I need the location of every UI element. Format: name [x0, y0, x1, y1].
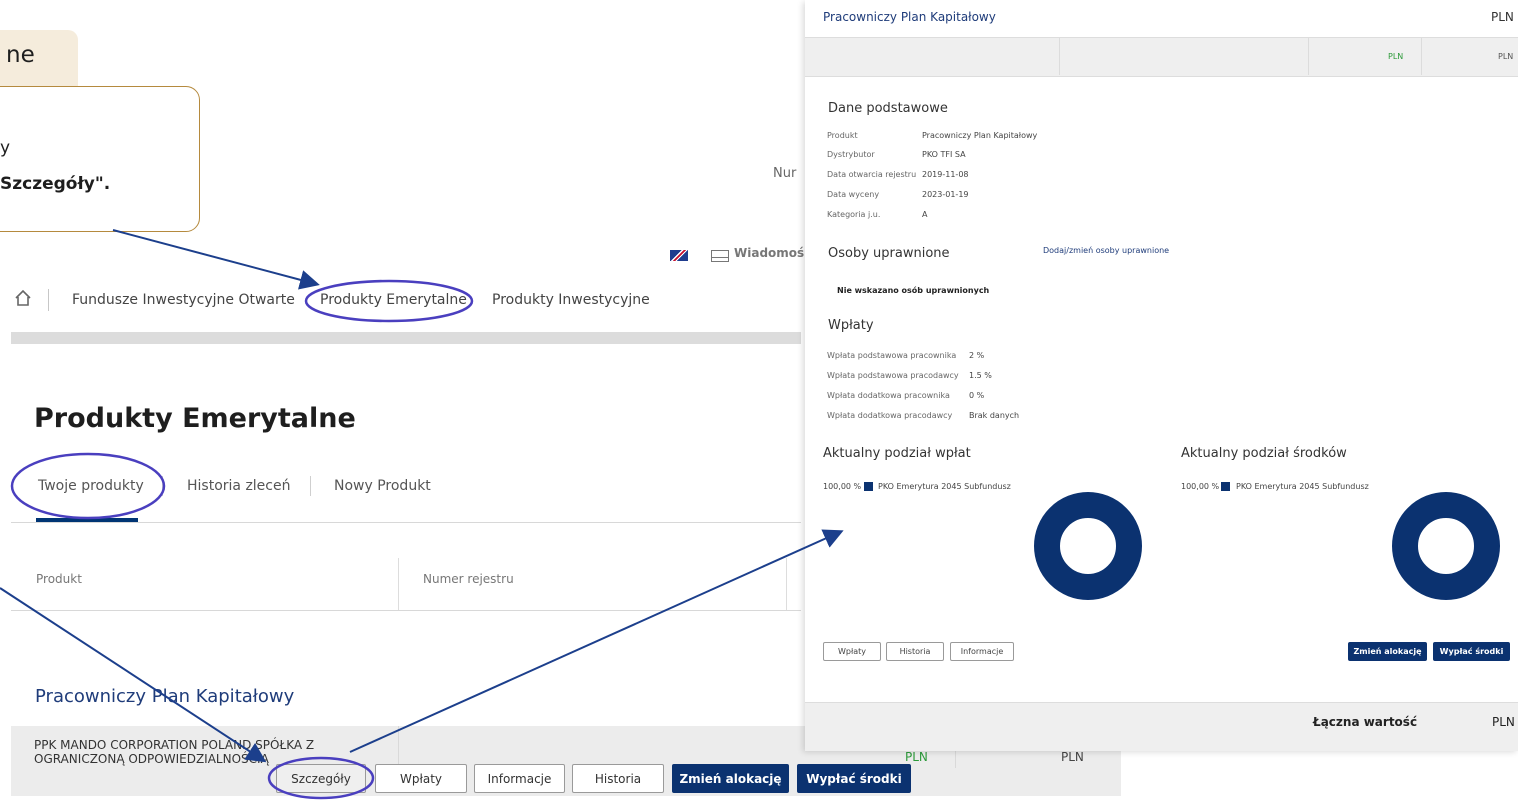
payment-value: 2 %: [969, 351, 985, 360]
donut-ring: [1392, 492, 1500, 600]
allocation-payments-fund: PKO Emerytura 2045 Subfundusz: [878, 482, 1011, 491]
product-section-title: Pracowniczy Plan Kapitałowy: [35, 686, 295, 707]
donut-ring: [1034, 492, 1142, 600]
arrow-details-to-panel: [349, 529, 844, 753]
column-separator: [398, 558, 399, 610]
uk-flag-icon[interactable]: [670, 250, 688, 261]
tab-separator: [310, 476, 311, 496]
allocation-payments-title: Aktualny podział wpłat: [823, 446, 971, 461]
change-allocation-button[interactable]: Zmień alokację: [672, 764, 789, 793]
nav-item-investment[interactable]: Produkty Inwestycyjne: [492, 292, 650, 308]
payment-value: Brak danych: [969, 411, 1020, 420]
basic-value: 2019-11-08: [922, 170, 969, 179]
summary-separator: [1421, 38, 1422, 75]
panel-currency: PLN: [1491, 10, 1514, 24]
callout-tab-text: ne: [6, 42, 35, 68]
tab-new-product[interactable]: Nowy Produkt: [334, 478, 431, 494]
no-beneficiaries-text: Nie wskazano osób uprawnionych: [837, 286, 990, 295]
nav-item-fio[interactable]: Fundusze Inwestycyjne Otwarte: [72, 292, 295, 308]
withdraw-button[interactable]: Wypłać środki: [797, 764, 911, 793]
allocation-funds-donut: [1392, 492, 1500, 600]
allocation-funds-percent: 100,00 %: [1181, 482, 1220, 491]
row-product-name: PPK MANDO CORPORATION POLAND SPÓŁKA Z OG…: [34, 738, 315, 766]
row-separator: [398, 726, 399, 768]
basic-key: Dystrybutor: [827, 150, 875, 159]
total-value-label: Łączna wartość: [1313, 715, 1418, 729]
panel-history-button[interactable]: Historia: [886, 642, 944, 661]
panel-title: Pracowniczy Plan Kapitałowy: [823, 10, 996, 24]
basic-value: 2023-01-19: [922, 190, 969, 199]
panel-change-allocation-button[interactable]: Zmień alokację: [1348, 642, 1427, 661]
tab-your-products[interactable]: Twoje produkty: [38, 478, 144, 494]
payment-key: Wpłata dodatkowa pracownika: [827, 391, 950, 400]
tabs-divider: [11, 522, 801, 523]
tab-order-history[interactable]: Historia zleceń: [187, 478, 290, 494]
panel-payments-button[interactable]: Wpłaty: [823, 642, 881, 661]
basic-value: PKO TFI SA: [922, 150, 966, 159]
basic-key: Data wyceny: [827, 190, 880, 199]
basic-value: A: [922, 210, 928, 219]
column-header-register: Numer rejestru: [423, 572, 514, 586]
callout-line-2: Szczegóły".: [0, 174, 111, 194]
payments-title: Wpłaty: [828, 318, 874, 333]
payment-key: Wpłata podstawowa pracodawcy: [827, 371, 959, 380]
payment-value: 0 %: [969, 391, 985, 400]
summary-separator: [1059, 38, 1060, 75]
basic-key: Data otwarcia rejestru: [827, 170, 917, 179]
information-button[interactable]: Informacje: [474, 764, 565, 793]
row-value-pln-2: PLN: [1061, 750, 1084, 764]
history-button[interactable]: Historia: [572, 764, 664, 793]
edit-beneficiaries-link[interactable]: Dodaj/zmień osoby uprawnione: [1043, 246, 1169, 255]
envelope-icon[interactable]: [711, 250, 729, 262]
legend-swatch: [1221, 482, 1230, 491]
payment-key: Wpłata podstawowa pracownika: [827, 351, 957, 360]
allocation-funds-fund: PKO Emerytura 2045 Subfundusz: [1236, 482, 1369, 491]
allocation-payments-donut: [1034, 492, 1142, 600]
basic-key: Kategoria j.u.: [827, 210, 881, 219]
basic-value: Pracowniczy Plan Kapitałowy: [922, 131, 1038, 140]
panel-information-button[interactable]: Informacje: [950, 642, 1014, 661]
messages-link[interactable]: Wiadomoś: [734, 246, 804, 260]
table-divider: [11, 610, 801, 611]
column-separator: [786, 558, 787, 610]
legend-swatch: [864, 482, 873, 491]
payments-button[interactable]: Wpłaty: [375, 764, 467, 793]
arrow-callout-to-nav: [112, 229, 320, 290]
basic-key: Produkt: [827, 131, 858, 140]
panel-summary-bar: [805, 37, 1518, 77]
payment-value: 1.5 %: [969, 371, 992, 380]
tab-separator: [162, 476, 163, 496]
column-header-product: Produkt: [36, 572, 82, 586]
nav-underbar: [11, 332, 801, 344]
row-value-pln: PLN: [905, 750, 928, 764]
summary-value-pln-2: PLN: [1498, 52, 1514, 61]
summary-value-pln: PLN: [1388, 52, 1404, 61]
home-icon[interactable]: [14, 289, 32, 307]
beneficiaries-title: Osoby uprawnione: [828, 246, 950, 261]
allocation-funds-title: Aktualny podział środków: [1181, 446, 1347, 461]
callout-line-1: y: [0, 138, 11, 158]
total-value-currency: PLN: [1492, 715, 1515, 729]
panel-withdraw-button[interactable]: Wypłać środki: [1433, 642, 1510, 661]
callout-box: [0, 86, 200, 232]
summary-separator: [1308, 38, 1309, 75]
details-button[interactable]: Szczegóły: [276, 764, 366, 793]
allocation-payments-percent: 100,00 %: [823, 482, 862, 491]
nav-separator: [48, 289, 49, 311]
basic-data-title: Dane podstawowe: [828, 101, 948, 116]
payment-key: Wpłata dodatkowa pracodawcy: [827, 411, 953, 420]
register-number-label: Nur: [773, 166, 797, 181]
page-title: Produkty Emerytalne: [34, 403, 356, 434]
nav-item-retirement[interactable]: Produkty Emerytalne: [320, 292, 467, 308]
